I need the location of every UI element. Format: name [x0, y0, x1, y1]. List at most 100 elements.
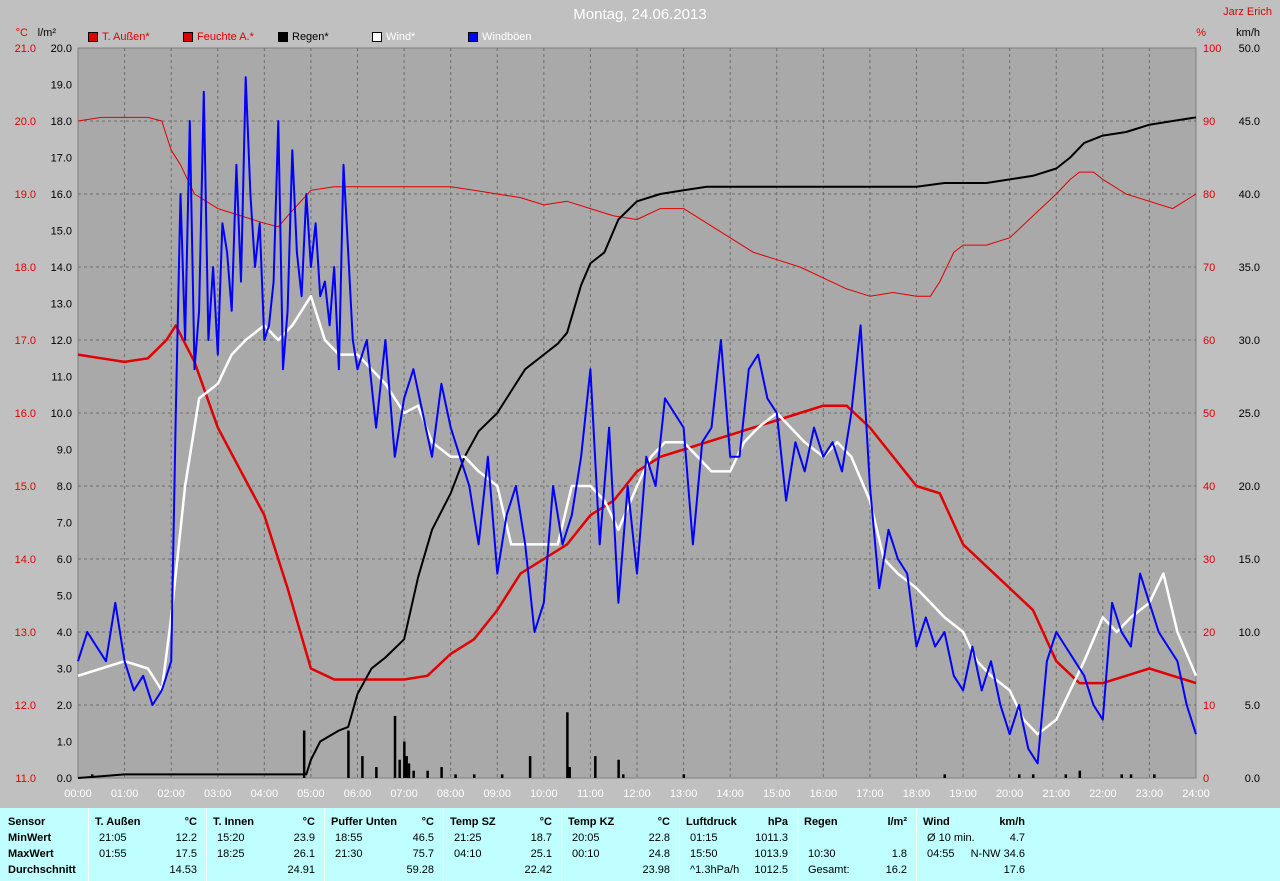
wind-tick-label: 25.0 — [1239, 408, 1260, 420]
stats-sensor-name: Temp KZ — [568, 816, 615, 828]
rain-tick-label: 18.0 — [51, 116, 72, 128]
humidity-tick-label: 50 — [1203, 408, 1215, 420]
stats-row: 15:20 23.9 — [207, 832, 325, 847]
humidity-tick-label: 70 — [1203, 262, 1215, 274]
stats-row: ^1.3hPa/h 1012.5 — [680, 864, 798, 879]
stats-unit: °C — [302, 816, 315, 828]
stats-time: 04:10 — [454, 848, 482, 860]
stats-value: 18.7 — [530, 832, 552, 844]
stats-row: 04:55 N-NW 34.6 — [917, 848, 1035, 863]
stats-row: 01:55 17.5 — [89, 848, 207, 863]
stats-row: Gesamt: 16.2 — [798, 864, 917, 879]
stats-row-labels: Sensor MinWert MaxWert Durchschnitt — [0, 808, 88, 881]
rain-tick-label: 9.0 — [57, 445, 72, 457]
stats-sensor-name: Puffer Unten — [331, 816, 397, 828]
stats-sensor-name: Wind — [923, 816, 950, 828]
time-tick-label: 22:00 — [1089, 788, 1117, 800]
time-tick-label: 09:00 — [483, 788, 511, 800]
stats-sensor-name: Luftdruck — [686, 816, 737, 828]
stats-time: Gesamt: — [808, 864, 850, 876]
rain-bar — [1078, 770, 1082, 778]
legend-swatch-red-icon — [88, 32, 98, 43]
time-tick-label: 15:00 — [763, 788, 791, 800]
temp-tick-label: 14.0 — [15, 554, 36, 566]
rain-tick-label: 19.0 — [51, 80, 72, 92]
rain-bar — [528, 756, 532, 778]
rain-tick-label: 15.0 — [51, 226, 72, 238]
legend-swatch-black-icon — [278, 32, 288, 43]
temp-tick-label: 18.0 — [15, 262, 36, 274]
stats-value: 75.7 — [412, 848, 434, 860]
stats-column: Temp SZ °C 21:25 18.7 04:10 25.1 22.42 — [443, 808, 562, 881]
rain-bar — [1031, 774, 1035, 778]
legend-item-wind: Wind* — [372, 31, 415, 43]
rain-tick-label: 1.0 — [57, 737, 72, 749]
time-tick-label: 08:00 — [437, 788, 465, 800]
stats-time: 21:30 — [335, 848, 363, 860]
stats-time: 20:05 — [572, 832, 600, 844]
stats-time: 15:50 — [690, 848, 718, 860]
stats-time: 18:55 — [335, 832, 363, 844]
humidity-axis: 0 10 20 30 40 50 60 70 80 90 100 — [1203, 43, 1221, 785]
author-label: Jarz Erich — [1223, 6, 1272, 18]
stats-column: Temp KZ °C 20:05 22.8 00:10 24.8 23.98 — [561, 808, 680, 881]
stats-row: 14.53 — [89, 864, 207, 879]
stats-row: 59.28 — [325, 864, 444, 879]
rain-bar — [393, 715, 397, 778]
rain-tick-label: 5.0 — [57, 591, 72, 603]
wind-tick-label: 45.0 — [1239, 116, 1260, 128]
legend-item-windboeen: Windböen — [468, 31, 532, 43]
stats-row: 17.6 — [917, 864, 1035, 879]
stats-row: Luftdruck hPa — [680, 816, 798, 831]
stats-column: Luftdruck hPa 01:15 1011.3 15:50 1013.9 ^1.3hP… — [679, 808, 798, 881]
humidity-tick-label: 80 — [1203, 189, 1215, 201]
rain-tick-label: 11.0 — [51, 372, 72, 384]
statistics-panel: Sensor MinWert MaxWert Durchschnitt T. A… — [0, 808, 1280, 881]
rain-bar — [440, 767, 443, 778]
rain-tick-label: 10.0 — [51, 408, 72, 420]
temp-tick-label: 17.0 — [15, 335, 36, 347]
rain-bar — [1017, 774, 1021, 778]
wind-tick-label: 20.0 — [1239, 481, 1260, 493]
rain-bar — [398, 759, 401, 778]
time-tick-label: 19:00 — [949, 788, 977, 800]
chart-title: Montag, 24.06.2013 — [573, 6, 707, 23]
stats-unit: °C — [657, 816, 670, 828]
stats-row: Puffer Unten °C — [325, 816, 444, 831]
rain-bar — [1153, 774, 1156, 778]
time-tick-label: 05:00 — [297, 788, 325, 800]
stats-row: 01:15 1011.3 — [680, 832, 798, 847]
rain-bar — [566, 712, 569, 778]
rain-bar — [594, 756, 597, 778]
stats-row: 21:25 18.7 — [444, 832, 562, 847]
rain-axis: 0.0 1.0 2.0 3.0 4.0 5.0 6.0 7.0 8.0 9.0 10.0 11.0 12… — [51, 43, 72, 785]
stats-unit: °C — [184, 816, 197, 828]
wind-tick-label: 0.0 — [1245, 773, 1260, 785]
humidity-tick-label: 20 — [1203, 627, 1215, 639]
stats-label-sensor: Sensor — [8, 816, 46, 828]
stats-row: 10:30 1.8 — [798, 848, 917, 863]
time-tick-label: 13:00 — [670, 788, 698, 800]
stats-time: 00:10 — [572, 848, 600, 860]
stats-row: 20:05 22.8 — [562, 832, 680, 847]
time-tick-label: 20:00 — [996, 788, 1024, 800]
time-tick-label: 10:00 — [530, 788, 558, 800]
rain-tick-label: 14.0 — [51, 262, 72, 274]
stats-unit: °C — [539, 816, 552, 828]
rain-bar — [361, 756, 364, 778]
temp-tick-label: 13.0 — [15, 627, 36, 639]
legend-label: Regen* — [292, 31, 329, 43]
humidity-tick-label: 90 — [1203, 116, 1215, 128]
stats-value: 23.98 — [642, 864, 670, 876]
stats-sensor-name: Regen — [804, 816, 838, 828]
stats-value: 14.53 — [169, 864, 197, 876]
legend-label: T. Außen* — [102, 31, 150, 43]
rain-tick-label: 4.0 — [57, 627, 72, 639]
stats-value: 22.8 — [648, 832, 670, 844]
legend-item-regen: Regen* — [278, 31, 329, 43]
wind-tick-label: 50.0 — [1239, 43, 1260, 55]
humidity-tick-label: 0 — [1203, 773, 1209, 785]
humidity-tick-label: 100 — [1203, 43, 1221, 55]
stats-value: 4.7 — [1009, 832, 1025, 844]
rain-tick-label: 3.0 — [57, 664, 72, 676]
